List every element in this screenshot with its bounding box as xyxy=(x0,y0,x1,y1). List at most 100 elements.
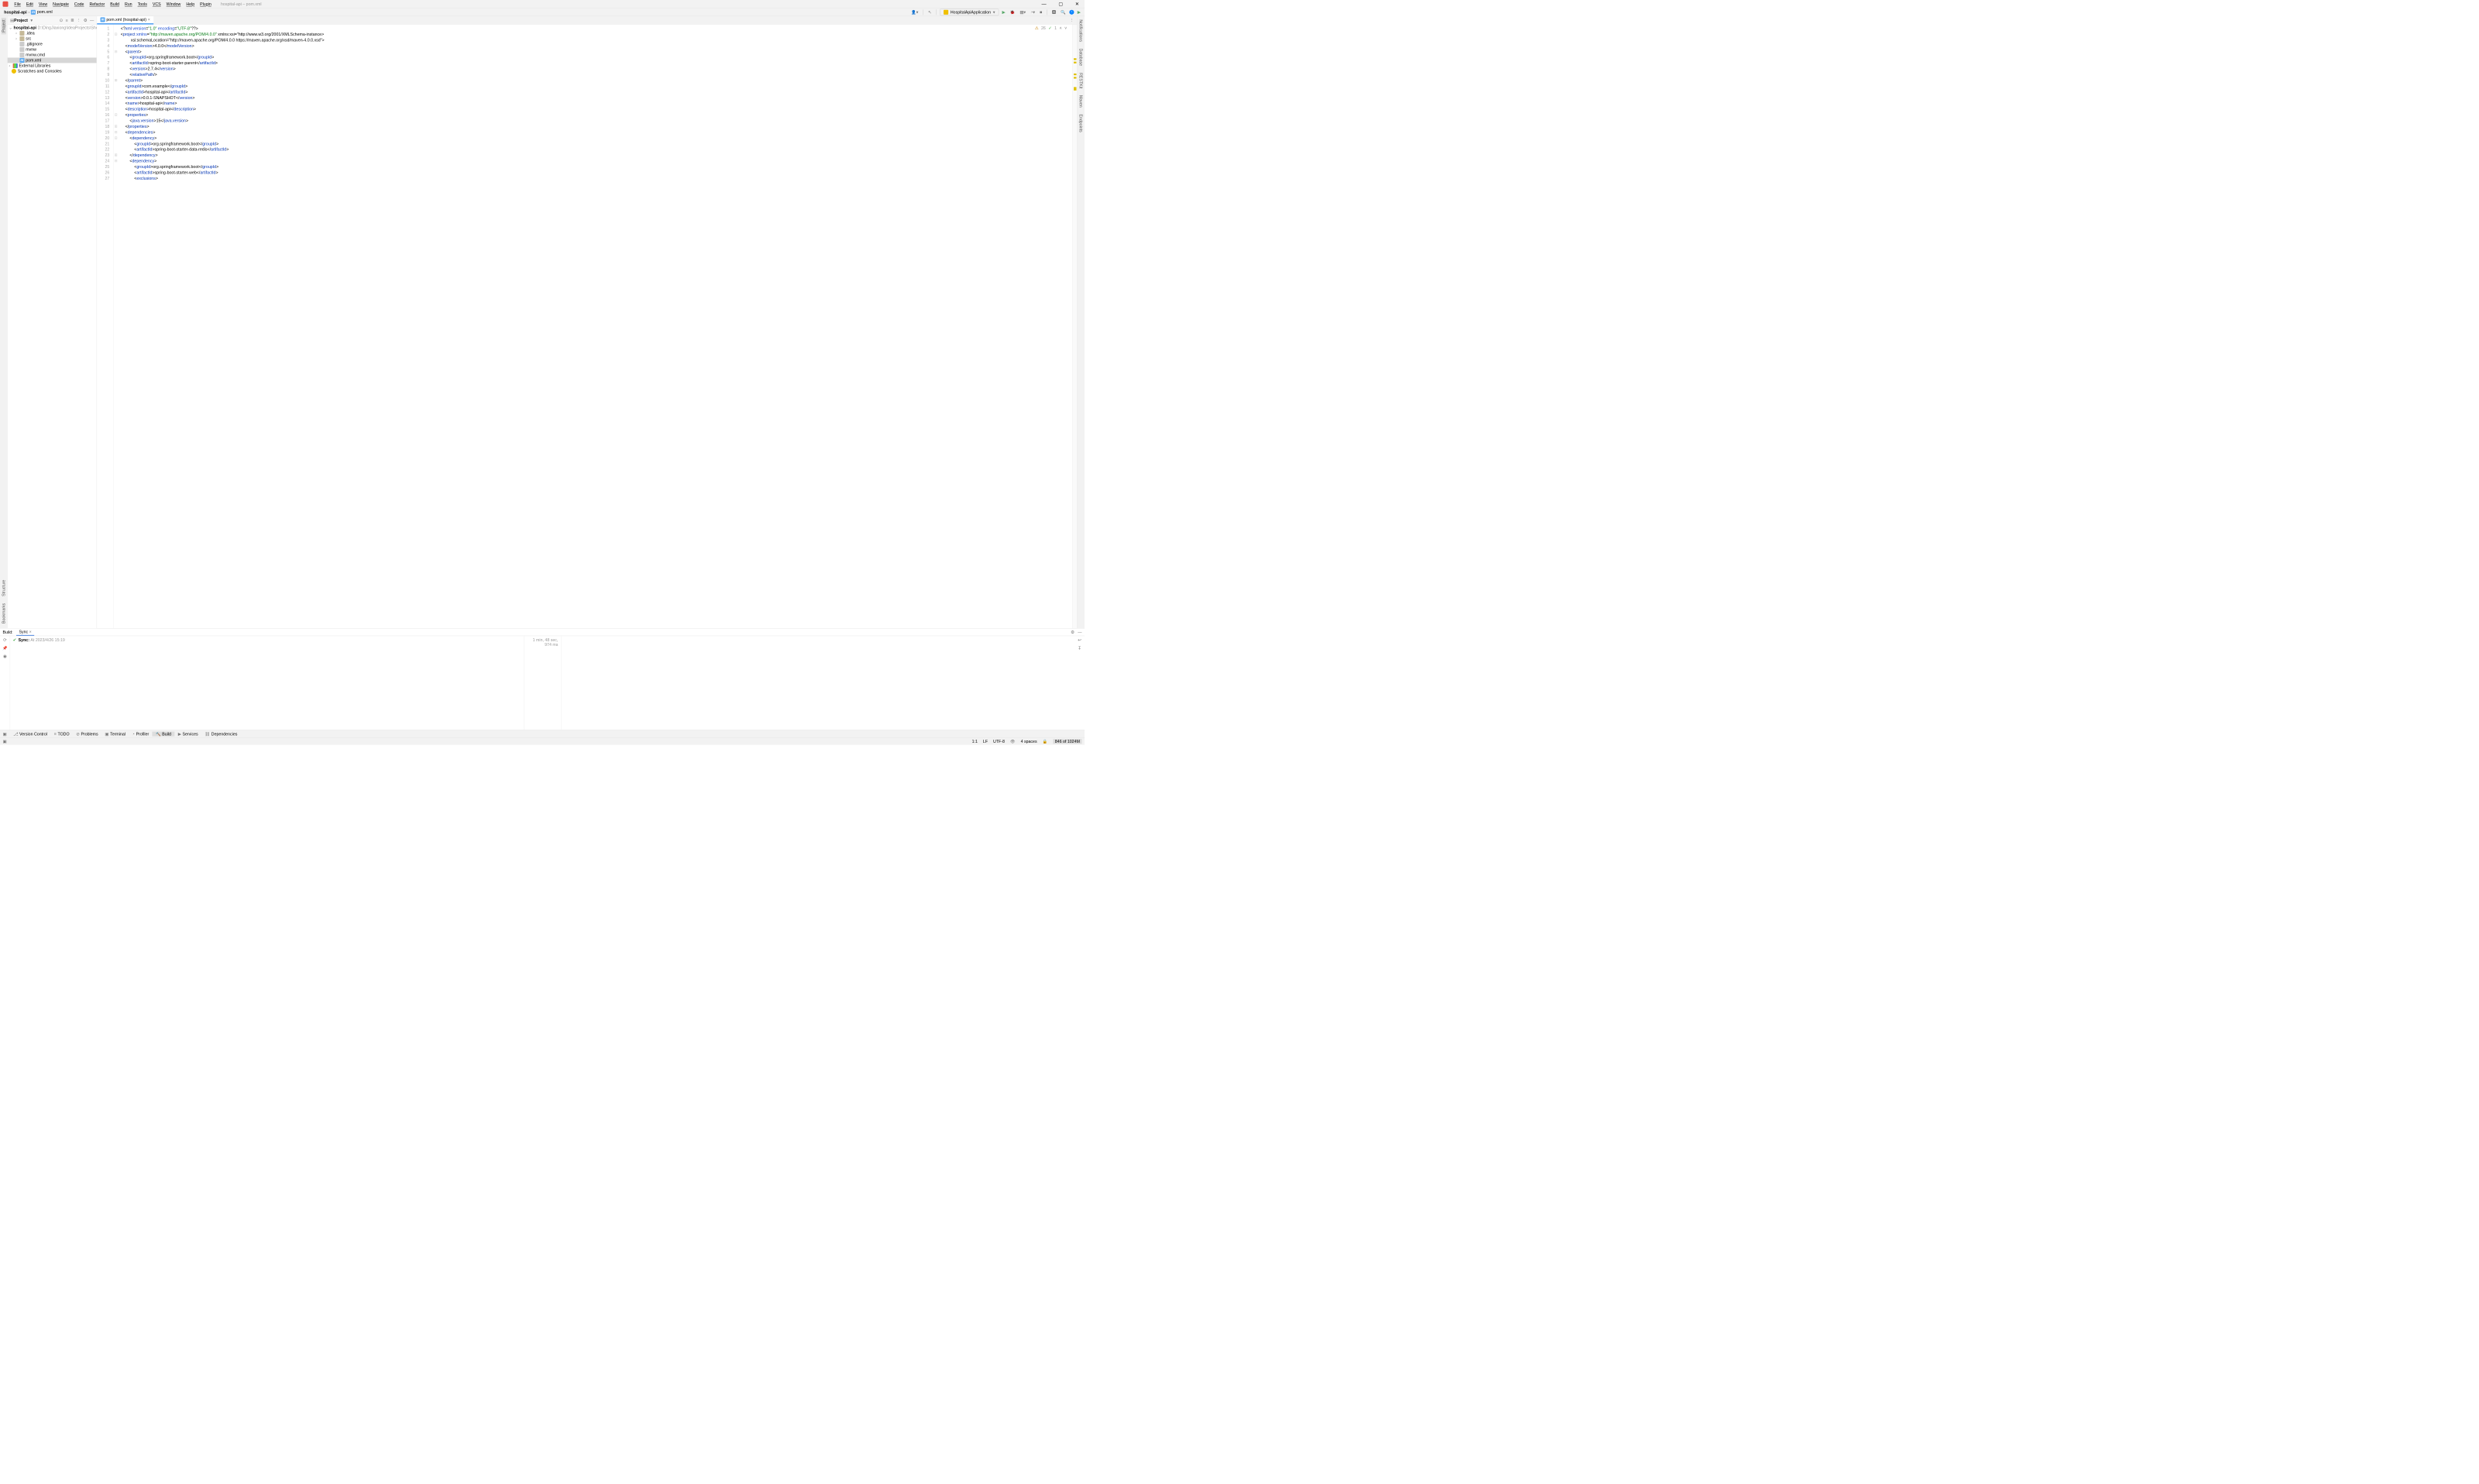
breadcrumb-file[interactable]: mpom.xml xyxy=(29,9,53,15)
collapse-all-icon[interactable]: ≣ xyxy=(70,18,74,22)
memory-indicator[interactable]: 846 of 1024M xyxy=(1053,739,1081,744)
soft-wrap-icon[interactable]: ↩ xyxy=(1078,637,1081,642)
gear-icon[interactable]: ⚙ xyxy=(1071,630,1074,634)
tree-item-pom[interactable]: mpom.xml xyxy=(8,57,97,63)
scroll-end-icon[interactable]: ↧ xyxy=(1078,645,1081,650)
typo-icon: ✓ xyxy=(1048,26,1051,30)
rail-project[interactable]: Project xyxy=(2,18,6,35)
build-tree[interactable]: ✔ Sync: At 2023/4/26 15:19 xyxy=(10,636,524,730)
run-button[interactable]: ▶ xyxy=(1001,9,1007,14)
menu-help[interactable]: Help xyxy=(184,2,198,6)
menu-run[interactable]: Run xyxy=(122,2,135,6)
translate-icon[interactable]: 🅰 xyxy=(1050,9,1057,15)
error-stripe[interactable] xyxy=(1072,25,1077,629)
hide-panel-icon[interactable]: — xyxy=(1078,630,1081,634)
code-area[interactable]: <?xml version="1.0" encoding="UTF-8"??><… xyxy=(118,25,1072,629)
chevron-down-icon[interactable]: ˅ xyxy=(1064,26,1067,30)
editor-tab-pom[interactable]: m pom.xml (hospital-api) × xyxy=(97,16,153,24)
menu-vcs[interactable]: VCS xyxy=(150,2,163,6)
chevron-up-icon[interactable]: ˄ xyxy=(1060,26,1062,30)
build-output[interactable] xyxy=(561,636,1074,730)
search-icon[interactable]: 🔍 xyxy=(1060,9,1068,14)
gear-icon[interactable]: ⚙ xyxy=(84,18,88,22)
coverage-button[interactable]: ▦▾ xyxy=(1019,9,1027,14)
menu-edit[interactable]: Edit xyxy=(23,2,36,6)
maximize-button[interactable]: ▢ xyxy=(1056,1,1066,6)
tool-windows-icon[interactable]: ▣ xyxy=(3,739,7,744)
indent-info[interactable]: 4 spaces xyxy=(1021,739,1037,744)
plugin-arrow-icon[interactable]: ▶ xyxy=(1076,9,1082,14)
rail-bookmarks[interactable]: Bookmarks xyxy=(2,601,6,626)
breadcrumb-project[interactable]: hospital-api xyxy=(3,9,29,14)
build-tab-sync[interactable]: Sync × xyxy=(16,629,34,636)
tree-item-mvnwcmd[interactable]: mvnw.cmd xyxy=(8,52,97,57)
tree-root[interactable]: ⌄ hospital-api D:\DingJiaxiong\IdeaProje… xyxy=(8,25,97,30)
editor-content[interactable]: 1234567891011121314151617181920212223242… xyxy=(97,25,1077,629)
rail-endpoints[interactable]: Endpoints xyxy=(1078,112,1083,135)
eye-icon[interactable]: ◉ xyxy=(3,654,7,658)
tab-dependencies[interactable]: ⛓Dependencies xyxy=(201,731,241,736)
menu-build[interactable]: Build xyxy=(108,2,122,6)
rail-restkit[interactable]: RESTKit xyxy=(1078,70,1083,90)
tab-terminal[interactable]: ▣Terminal xyxy=(101,731,129,736)
tool-window-quick-access[interactable]: ▣ xyxy=(3,731,10,736)
tab-version-control[interactable]: ⎇Version Control xyxy=(10,731,50,736)
rail-structure[interactable]: Structure xyxy=(2,578,6,599)
hide-panel-icon[interactable]: — xyxy=(90,18,94,22)
menu-tools[interactable]: Tools xyxy=(135,2,150,6)
tab-services[interactable]: ▶Services xyxy=(174,731,201,736)
tab-problems[interactable]: ⊘Problems xyxy=(73,731,101,736)
menu-window[interactable]: Window xyxy=(163,2,184,6)
tree-item-src[interactable]: ›src xyxy=(8,36,97,41)
line-separator[interactable]: LF xyxy=(983,739,988,744)
tree-item-gitignore[interactable]: .gitignore xyxy=(8,41,97,46)
minimize-button[interactable]: — xyxy=(1039,1,1049,6)
profile-button[interactable]: ◔▾ xyxy=(1029,9,1036,14)
rail-database[interactable]: Database xyxy=(1078,46,1083,68)
project-tree[interactable]: ⌄ hospital-api D:\DingJiaxiong\IdeaProje… xyxy=(8,25,97,629)
stop-button[interactable]: ■ xyxy=(1038,9,1044,14)
project-header: ▤ Project ▾ ⊙ ≡ ≣ ⋮ ⚙ — xyxy=(8,16,97,25)
run-config-selector[interactable]: HospitalApiApplication ▾ xyxy=(940,9,999,15)
tree-external-libs[interactable]: ›External Libraries xyxy=(8,63,97,68)
close-button[interactable]: ✕ xyxy=(1072,1,1081,6)
file-encoding[interactable]: UTF-8 xyxy=(993,739,1005,744)
tree-item-idea[interactable]: ›.idea xyxy=(8,30,97,36)
menu-code[interactable]: Code xyxy=(71,2,87,6)
menu-file[interactable]: File xyxy=(12,2,23,6)
refresh-icon[interactable]: ⟳ xyxy=(3,637,6,642)
folder-icon xyxy=(19,31,24,36)
pin-icon[interactable]: 📌 xyxy=(2,645,8,650)
debug-button[interactable]: 🐞 xyxy=(1009,9,1016,14)
line-gutter: 1234567891011121314151617181920212223242… xyxy=(97,25,114,629)
lock-icon[interactable]: 🔒 xyxy=(1043,739,1048,744)
sync-row[interactable]: ✔ Sync: At 2023/4/26 15:19 xyxy=(13,637,521,642)
editor-area: m pom.xml (hospital-api) × ⋮ 12345678910… xyxy=(97,16,1077,628)
build-hammer-icon[interactable]: ↖ xyxy=(927,9,933,14)
inspection-widget[interactable]: ⚠26 ✓1 ˄ ˅ xyxy=(1035,26,1068,30)
update-available-icon[interactable]: ↑ xyxy=(1069,9,1074,14)
code-with-me-icon[interactable]: 👤▾ xyxy=(909,9,920,14)
chevron-down-icon[interactable]: ▾ xyxy=(30,18,33,22)
tab-build[interactable]: 🔨Build xyxy=(153,731,175,736)
tab-profiler[interactable]: ◔Profiler xyxy=(129,731,152,736)
close-tab-icon[interactable]: × xyxy=(148,17,150,22)
rail-maven[interactable]: Maven xyxy=(1078,93,1083,109)
caret-position[interactable]: 1:1 xyxy=(972,739,978,744)
tab-todo[interactable]: ≡TODO xyxy=(50,731,73,736)
tree-item-mvnw[interactable]: mvnw xyxy=(8,46,97,52)
menu-view[interactable]: View xyxy=(36,2,50,6)
options-icon[interactable]: ⋮ xyxy=(77,18,81,22)
close-icon[interactable]: × xyxy=(29,630,32,634)
editor-tabs-more[interactable]: ⋮ xyxy=(1066,18,1077,22)
project-header-title[interactable]: Project xyxy=(14,18,28,22)
tree-scratches[interactable]: Scratches and Consoles xyxy=(8,68,97,74)
build-elapsed: 1 min, 48 sec, 974 ms xyxy=(524,636,561,730)
menu-plugin[interactable]: Plugin xyxy=(198,2,215,6)
menu-refactor[interactable]: Refactor xyxy=(87,2,108,6)
rail-notifications[interactable]: Notifications xyxy=(1078,18,1083,44)
readonly-icon[interactable]: 👁 xyxy=(1010,739,1016,744)
expand-all-icon[interactable]: ≡ xyxy=(66,18,68,22)
menu-navigate[interactable]: Navigate xyxy=(50,2,72,6)
locate-icon[interactable]: ⊙ xyxy=(60,18,63,22)
